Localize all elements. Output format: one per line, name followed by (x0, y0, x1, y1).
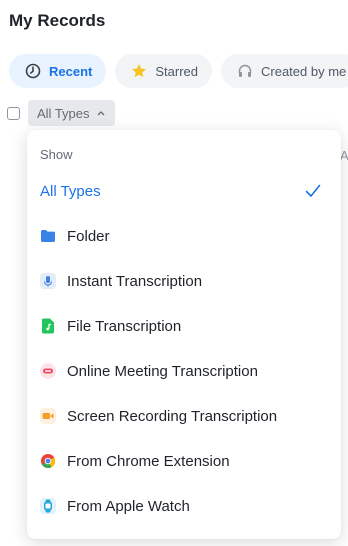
chrome-icon (40, 453, 56, 469)
folder-icon (40, 228, 56, 244)
checkmark-icon (305, 184, 321, 197)
select-all-checkbox[interactable] (7, 106, 20, 120)
option-file-transcription[interactable]: File Transcription (27, 306, 341, 346)
audio-file-icon (40, 318, 56, 334)
type-filter-button[interactable]: All Types (28, 100, 115, 126)
star-icon (131, 63, 147, 79)
option-label: File Transcription (67, 317, 182, 335)
clock-icon (25, 63, 41, 79)
option-label: From Apple Watch (67, 497, 190, 515)
option-instant-transcription[interactable]: Instant Transcription (27, 261, 341, 301)
column-header-fragment: A (340, 148, 348, 163)
chevron-up-icon (97, 111, 104, 116)
option-label: Online Meeting Transcription (67, 362, 258, 380)
tab-recent-label: Recent (49, 63, 93, 79)
watch-icon (40, 498, 56, 514)
option-from-chrome-extension[interactable]: From Chrome Extension (27, 441, 341, 481)
type-filter-dropdown: Show All Types Folder Instant Transcript… (27, 130, 341, 539)
dropdown-header: Show (40, 147, 73, 162)
option-label: Instant Transcription (67, 272, 203, 290)
option-screen-recording-transcription[interactable]: Screen Recording Transcription (27, 396, 341, 436)
headphones-icon (237, 63, 253, 79)
option-label: All Types (40, 182, 101, 200)
microphone-icon (40, 273, 56, 289)
type-filter-label: All Types (37, 105, 90, 121)
tab-starred-label: Starred (155, 63, 198, 79)
page-title: My Records (9, 11, 106, 30)
option-online-meeting-transcription[interactable]: Online Meeting Transcription (27, 351, 341, 391)
option-all-types[interactable]: All Types (27, 171, 341, 211)
option-from-apple-watch[interactable]: From Apple Watch (27, 486, 341, 526)
option-label: Folder (67, 227, 110, 245)
tab-starred[interactable]: Starred (115, 54, 212, 88)
option-label: Screen Recording Transcription (67, 407, 278, 425)
tab-created-by-me[interactable]: Created by me (221, 54, 348, 88)
option-folder[interactable]: Folder (27, 216, 341, 256)
option-label: From Chrome Extension (67, 452, 230, 470)
tab-created-by-me-label: Created by me (261, 63, 347, 79)
tab-bar: Recent Starred Created by me (9, 54, 348, 88)
meeting-icon (40, 363, 56, 379)
tab-recent[interactable]: Recent (9, 54, 107, 88)
filter-row: All Types (7, 100, 115, 126)
video-camera-icon (40, 408, 56, 424)
